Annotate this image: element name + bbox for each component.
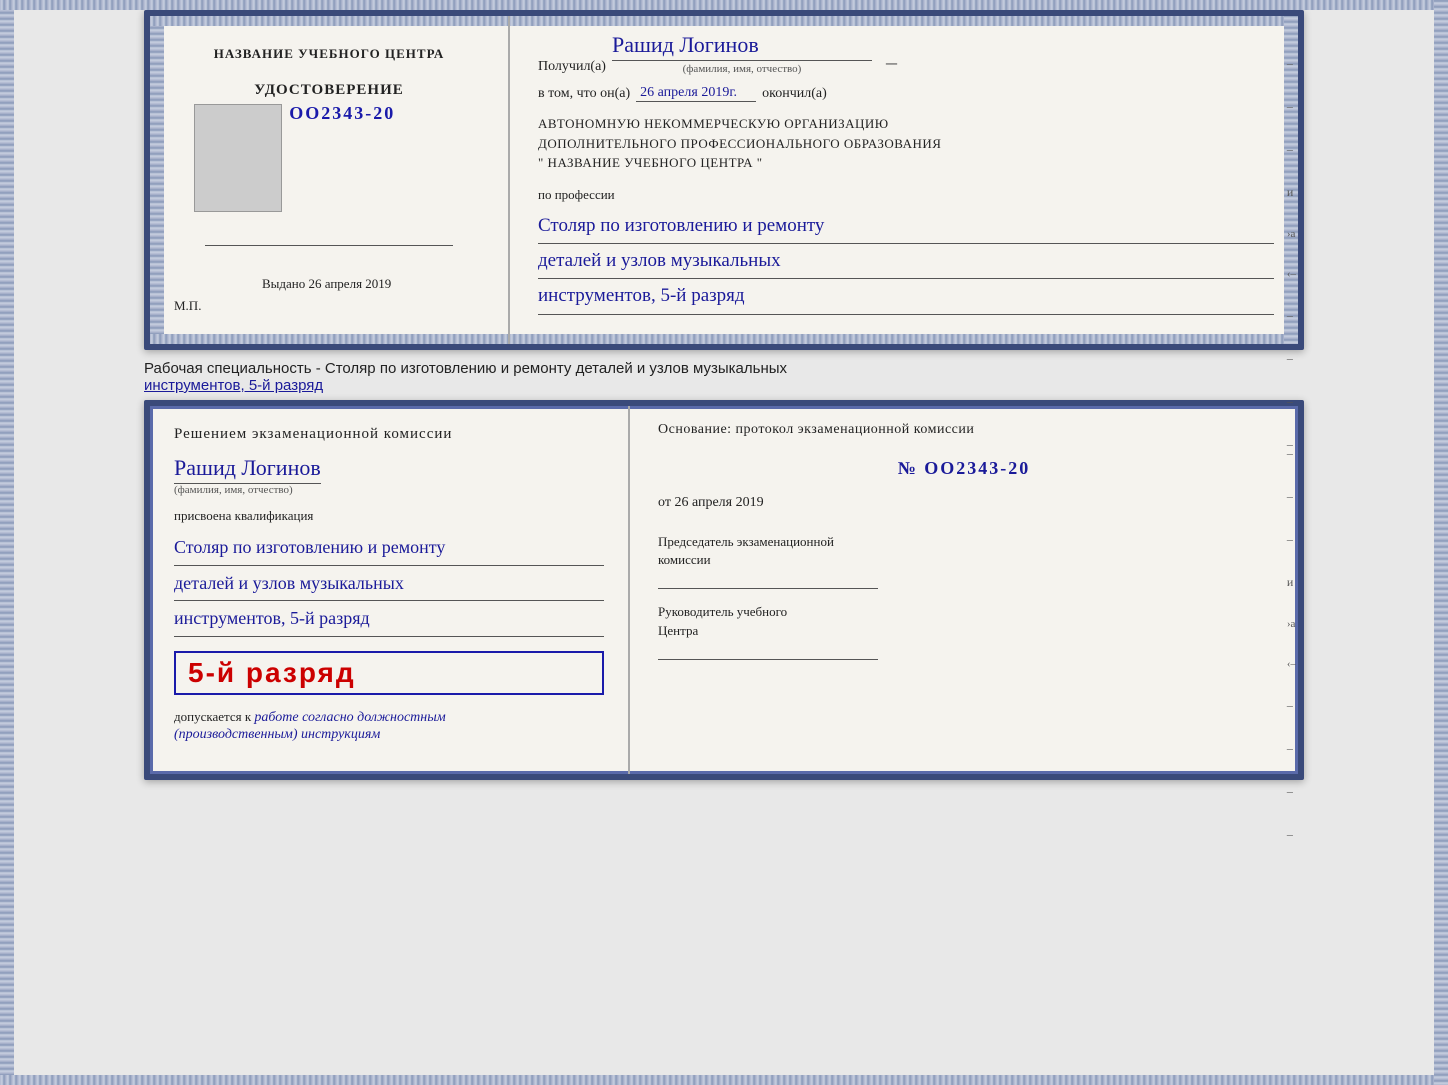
org-line1: АВТОНОМНУЮ НЕКОММЕРЧЕСКУЮ ОРГАНИЗАЦИЮ bbox=[538, 114, 1274, 134]
binding-left-bottom bbox=[0, 0, 14, 1085]
head-label: Руководитель учебного Центра bbox=[658, 603, 1270, 639]
mp-label: М.П. bbox=[174, 298, 484, 314]
rank-text: 5-й разряд bbox=[188, 657, 356, 688]
issued-line: Выдано 26 апреля 2019 bbox=[174, 276, 484, 292]
qual-line2: деталей и узлов музыкальных bbox=[174, 568, 604, 602]
diploma-right-panel: Получил(а) Рашид Логинов (фамилия, имя, … bbox=[510, 16, 1298, 344]
profession-label: по профессии bbox=[538, 187, 1274, 203]
protocol-number: № OO2343-20 bbox=[658, 458, 1270, 479]
bottom-right-panel: Основание: протокол экзаменационной коми… bbox=[630, 406, 1298, 774]
qualification-text: Столяр по изготовлению и ремонту деталей… bbox=[174, 532, 604, 639]
chairman-sig: Председатель экзаменационной комиссии bbox=[658, 533, 1270, 589]
profession-line1: Столяр по изготовлению и ремонту bbox=[538, 211, 1274, 244]
qual-line1: Столяр по изготовлению и ремонту bbox=[174, 532, 604, 566]
binding-top-bottom bbox=[0, 0, 1448, 10]
profession-text: Столяр по изготовлению и ремонту деталей… bbox=[538, 211, 1274, 317]
diploma-left-panel: НАЗВАНИЕ УЧЕБНОГО ЦЕНТРА УДОСТОВЕРЕНИЕ №… bbox=[150, 16, 510, 344]
diploma-bottom-card: Решением экзаменационной комиссии Рашид … bbox=[144, 400, 1304, 780]
diploma-top-card: НАЗВАНИЕ УЧЕБНОГО ЦЕНТРА УДОСТОВЕРЕНИЕ №… bbox=[144, 10, 1304, 350]
allowed-text2: (производственным) инструкциям bbox=[174, 727, 380, 742]
diploma-left-bottom: Выдано 26 апреля 2019 М.П. bbox=[174, 276, 484, 324]
chairman-label: Председатель экзаменационной комиссии bbox=[658, 533, 1270, 569]
commission-heading: Решением экзаменационной комиссии bbox=[174, 426, 604, 443]
card-inner-top: НАЗВАНИЕ УЧЕБНОГО ЦЕНТРА УДОСТОВЕРЕНИЕ №… bbox=[150, 16, 1298, 344]
qualification-label: присвоена квалификация bbox=[174, 508, 604, 524]
issued-date: 26 апреля 2019 bbox=[309, 276, 392, 291]
recipient-name: Рашид Логинов bbox=[612, 32, 872, 61]
org-line3: " НАЗВАНИЕ УЧЕБНОГО ЦЕНТРА " bbox=[538, 153, 1274, 173]
protocol-date-value: 26 апреля 2019 bbox=[674, 495, 763, 510]
issued-prefix: Выдано bbox=[262, 276, 305, 291]
binding-right-bottom bbox=[1434, 0, 1448, 1085]
basis-text: Основание: протокол экзаменационной коми… bbox=[658, 422, 1270, 438]
allowed-prefix: допускается к bbox=[174, 709, 251, 724]
profession-line3: инструментов, 5-й разряд bbox=[538, 281, 1274, 314]
date-from-prefix: от bbox=[658, 495, 671, 510]
photo-placeholder bbox=[194, 104, 282, 212]
right-dashes: – – – и ›а ‹– – – – – bbox=[1287, 56, 1296, 452]
qual-line3: инструментов, 5-й разряд bbox=[174, 603, 604, 637]
right-dashes-bottom: – – – и ›а ‹– – – – – bbox=[1287, 446, 1296, 842]
profession-line2: деталей и узлов музыкальных bbox=[538, 246, 1274, 279]
specialty-text: Рабочая специальность - Столяр по изгото… bbox=[144, 354, 1304, 396]
date-line: в том, что он(а) 26 апреля 2019г. окончи… bbox=[538, 85, 1274, 102]
allowed-section: допускается к работе согласно должностны… bbox=[174, 709, 604, 743]
date-prefix: в том, что он(а) bbox=[538, 86, 630, 102]
card-inner-bottom: Решением экзаменационной комиссии Рашид … bbox=[150, 406, 1298, 774]
date-value: 26 апреля 2019г. bbox=[636, 85, 756, 102]
bottom-left-panel: Решением экзаменационной комиссии Рашид … bbox=[150, 406, 630, 774]
specialty-underline: инструментов, 5-й разряд bbox=[144, 377, 323, 394]
person-sublabel: (фамилия, имя, отчество) bbox=[174, 484, 604, 496]
recipient-sublabel: (фамилия, имя, отчество) bbox=[612, 63, 872, 75]
signature-section: Председатель экзаменационной комиссии Ру… bbox=[658, 533, 1270, 660]
recipient-line: Получил(а) Рашид Логинов (фамилия, имя, … bbox=[538, 32, 1274, 75]
org-line2: ДОПОЛНИТЕЛЬНОГО ПРОФЕССИОНАЛЬНОГО ОБРАЗО… bbox=[538, 134, 1274, 154]
allowed-text: работе согласно должностным bbox=[254, 710, 445, 725]
binding-bottom-bottom bbox=[0, 1075, 1448, 1085]
head-sig: Руководитель учебного Центра bbox=[658, 603, 1270, 659]
received-prefix: Получил(а) bbox=[538, 59, 606, 75]
person-name: Рашид Логинов bbox=[174, 455, 321, 484]
recipient-section: Получил(а) Рашид Логинов (фамилия, имя, … bbox=[538, 32, 1274, 77]
head-sig-line bbox=[658, 646, 878, 660]
rank-box: 5-й разряд bbox=[174, 651, 604, 695]
chairman-sig-line bbox=[658, 575, 878, 589]
specialty-label: Рабочая специальность - Столяр по изгото… bbox=[144, 360, 787, 377]
protocol-date: от 26 апреля 2019 bbox=[658, 495, 1270, 511]
document-container: НАЗВАНИЕ УЧЕБНОГО ЦЕНТРА УДОСТОВЕРЕНИЕ №… bbox=[10, 10, 1438, 780]
school-name-left: НАЗВАНИЕ УЧЕБНОГО ЦЕНТРА bbox=[214, 46, 445, 62]
cert-label: УДОСТОВЕРЕНИЕ bbox=[254, 82, 404, 99]
completed-label: окончил(а) bbox=[762, 86, 827, 102]
org-text: АВТОНОМНУЮ НЕКОММЕРЧЕСКУЮ ОРГАНИЗАЦИЮ ДО… bbox=[538, 114, 1274, 173]
person-section: Рашид Логинов (фамилия, имя, отчество) bbox=[174, 451, 604, 496]
